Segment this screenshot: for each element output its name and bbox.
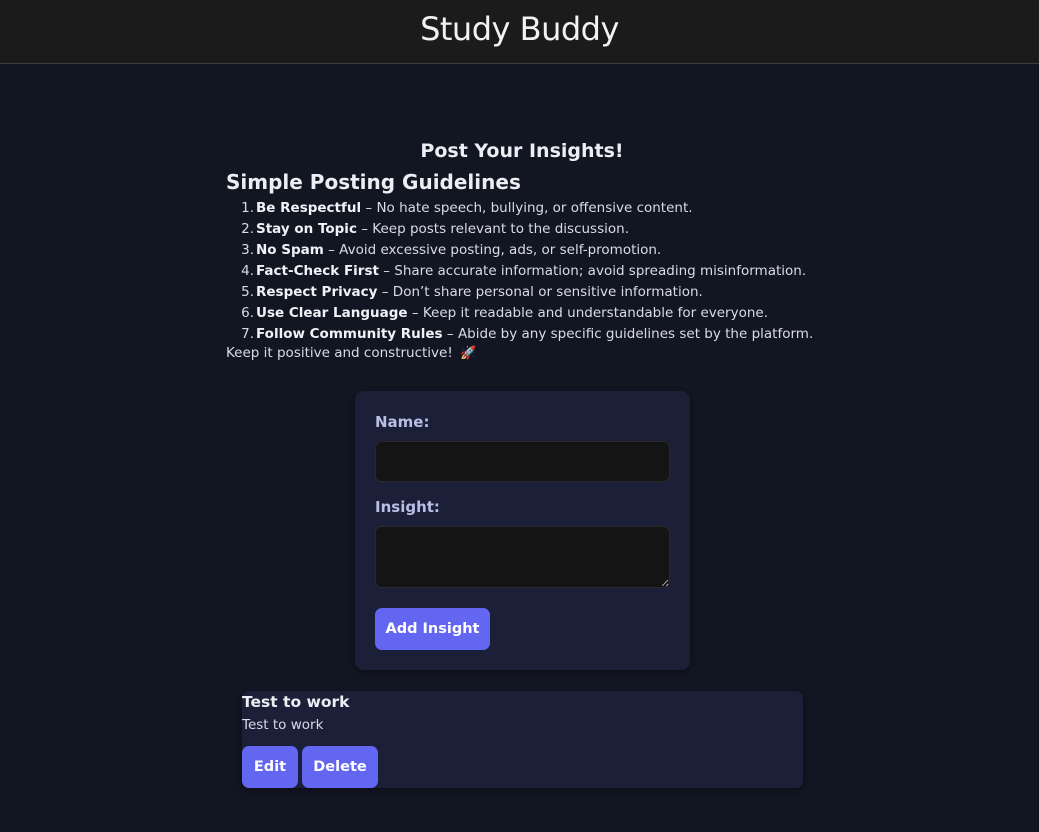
guideline-rule: No Spam	[256, 242, 324, 258]
guideline-item: 5Respect Privacy – Don’t share personal …	[241, 282, 813, 303]
delete-button[interactable]: Delete	[302, 746, 378, 788]
closing-text: Keep it positive and constructive!	[226, 345, 453, 361]
insight-label: Insight:	[375, 498, 440, 516]
name-label: Name:	[375, 413, 430, 431]
name-input[interactable]	[375, 441, 670, 482]
guideline-item: 6Use Clear Language – Keep it readable a…	[241, 303, 813, 324]
guideline-text: – Keep it readable and understandable fo…	[407, 305, 769, 321]
guideline-text: – Don’t share personal or sensitive info…	[377, 284, 703, 300]
rocket-icon: 🚀	[460, 346, 477, 361]
insight-form: Name: Insight: Add Insight	[355, 391, 690, 670]
guideline-rule: Stay on Topic	[256, 221, 357, 237]
app-title: Study Buddy	[420, 9, 619, 48]
guidelines-list: 1Be Respectful – No hate speech, bullyin…	[241, 198, 814, 345]
guideline-rule: Respect Privacy	[256, 284, 378, 300]
guideline-item: 4Fact-Check First – Share accurate infor…	[241, 261, 813, 282]
guideline-text: – Keep posts relevant to the discussion.	[356, 221, 629, 237]
guideline-text: – No hate speech, bullying, or offensive…	[361, 200, 693, 216]
guideline-text: – Share accurate information; avoid spre…	[378, 263, 807, 279]
guideline-rule: Follow Community Rules	[256, 326, 443, 342]
guideline-item: 2Stay on Topic – Keep posts relevant to …	[241, 219, 813, 240]
guideline-rule: Be Respectful	[256, 200, 362, 216]
guideline-rule: Fact-Check First	[256, 263, 379, 279]
guideline-text: – Abide by any specific guidelines set b…	[442, 326, 814, 342]
insight-textarea[interactable]	[375, 526, 670, 588]
guideline-text: – Avoid excessive posting, ads, or self-…	[323, 242, 662, 258]
guideline-item: 7Follow Community Rules – Abide by any s…	[241, 324, 814, 345]
post-body: Test to work	[242, 717, 324, 733]
guidelines-title: Simple Posting Guidelines	[226, 170, 521, 194]
guideline-rule: Use Clear Language	[256, 305, 408, 321]
guideline-item: 3No Spam – Avoid excessive posting, ads,…	[241, 240, 813, 261]
guideline-item: 1Be Respectful – No hate speech, bullyin…	[241, 198, 813, 219]
add-insight-button[interactable]: Add Insight	[375, 608, 490, 650]
post-card: Test to work Test to work Edit Delete	[242, 691, 803, 788]
closing-note: Keep it positive and constructive! 🚀	[226, 345, 476, 361]
app-header: Study Buddy	[0, 0, 1039, 64]
edit-button[interactable]: Edit	[242, 746, 298, 788]
page-heading: Post Your Insights!	[420, 140, 624, 162]
post-title: Test to work	[242, 693, 350, 711]
